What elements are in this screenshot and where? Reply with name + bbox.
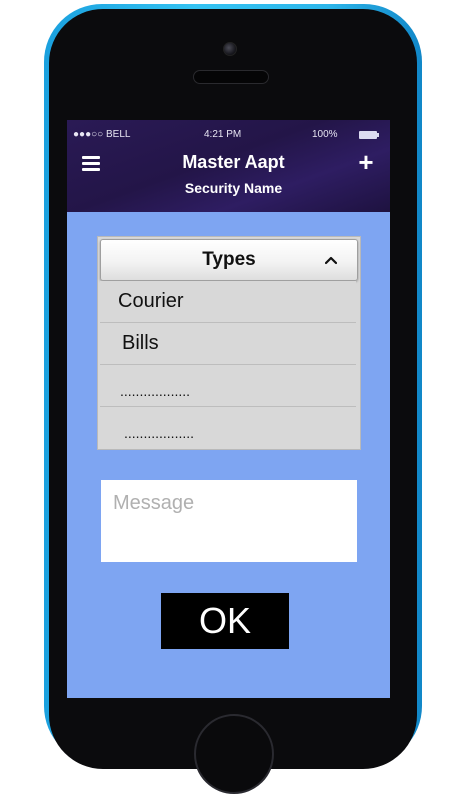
status-time: 4:21 PM [204,129,242,140]
battery-tip [377,133,379,137]
dropdown-title: Types [202,249,256,270]
dropdown-item-bills[interactable]: Bills [100,323,356,365]
page-title: Master Aapt [182,152,285,172]
carrier-label: ●●●○○ BELL [73,129,131,140]
hamburger-icon[interactable] [82,156,100,172]
camera-icon [223,42,237,56]
page-subtitle: Security Name [184,180,283,196]
dropdown-item-label: .................. [124,425,195,441]
plus-icon[interactable]: + [355,149,377,175]
dropdown-toggle[interactable]: Types [100,239,358,281]
types-dropdown: Types Courier Bills .................. .… [97,236,361,450]
battery-percent: 100% [312,129,338,140]
speaker-grille [193,70,269,84]
status-bar: ●●●○○ BELL 4:21 PM 100% [67,128,390,142]
app-screen: ●●●○○ BELL 4:21 PM 100% Master Aapt Secu… [67,120,390,698]
dropdown-item-label: .................. [120,383,191,399]
message-input[interactable] [101,480,357,562]
dropdown-item-placeholder[interactable]: .................. [100,365,356,407]
chevron-up-icon [325,256,337,265]
dropdown-item-placeholder[interactable]: .................. [100,407,356,448]
home-button[interactable] [194,714,274,794]
dropdown-item-label: Courier [118,290,184,312]
battery-icon [359,131,377,139]
app-header: ●●●○○ BELL 4:21 PM 100% Master Aapt Secu… [67,120,390,212]
dropdown-item-courier[interactable]: Courier [100,281,356,323]
dropdown-item-label: Bills [122,332,159,354]
ok-button[interactable]: OK [161,593,289,649]
